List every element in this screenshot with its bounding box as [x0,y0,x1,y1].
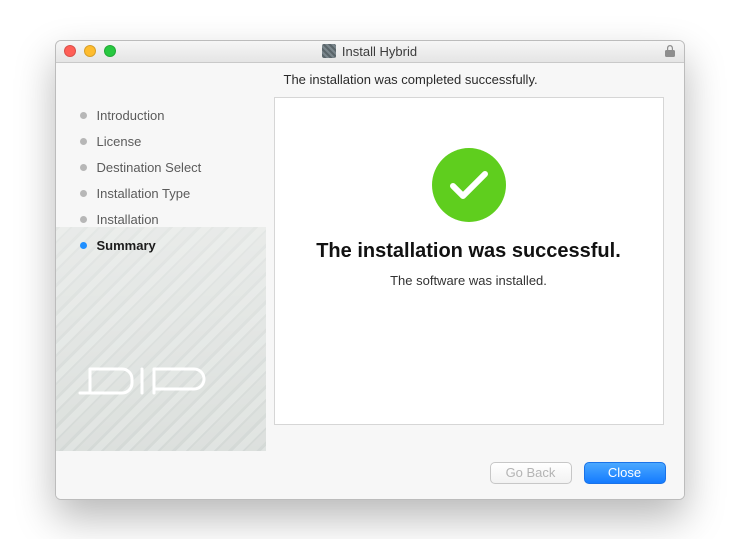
step-summary: Summary [80,233,266,259]
step-label: Installation Type [97,186,191,201]
success-subtitle: The software was installed. [390,273,547,288]
window-title: Install Hybrid [342,44,417,59]
step-label: Installation [97,212,159,227]
step-list: Introduction License Destination Select … [80,103,266,259]
close-window-button[interactable] [64,45,76,57]
go-back-button: Go Back [490,462,572,484]
sidebar: Introduction License Destination Select … [56,97,266,451]
lock-icon [664,44,676,58]
bullet-icon [80,112,87,119]
bullet-icon [80,138,87,145]
bullet-icon [80,190,87,197]
step-label: Summary [97,238,156,253]
sidebar-texture [56,227,266,451]
title-wrap: Install Hybrid [56,44,684,59]
page-heading: The installation was completed successfu… [56,63,684,97]
zoom-window-button[interactable] [104,45,116,57]
step-label: License [97,134,142,149]
bullet-icon [80,164,87,171]
window-body: The installation was completed successfu… [56,63,684,499]
step-label: Introduction [97,108,165,123]
summary-panel: The installation was successful. The sof… [274,97,664,425]
content-row: Introduction License Destination Select … [56,97,684,451]
bullet-icon [80,216,87,223]
step-destination-select: Destination Select [80,155,266,181]
success-check-icon [432,148,506,222]
step-label: Destination Select [97,160,202,175]
titlebar: Install Hybrid [56,41,684,63]
step-introduction: Introduction [80,103,266,129]
bullet-icon [80,242,87,249]
package-icon [322,44,336,58]
window-controls [64,45,116,57]
installer-window: Install Hybrid The installation was comp… [55,40,685,500]
step-license: License [80,129,266,155]
brand-logo [78,355,218,406]
step-installation-type: Installation Type [80,181,266,207]
step-installation: Installation [80,207,266,233]
success-title: The installation was successful. [316,240,621,263]
footer: Go Back Close [56,451,684,499]
minimize-window-button[interactable] [84,45,96,57]
close-button[interactable]: Close [584,462,666,484]
